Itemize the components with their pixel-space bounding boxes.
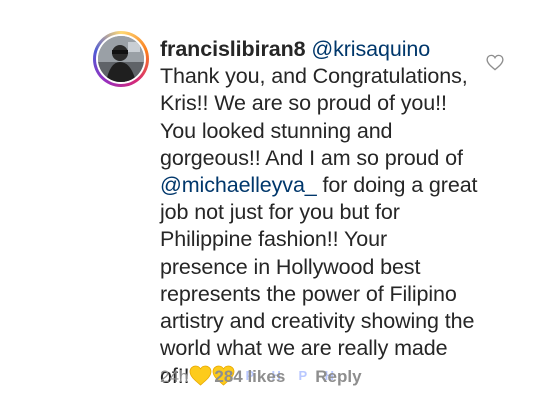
reply-button[interactable]: Reply	[315, 367, 361, 387]
mention-krisaquino[interactable]: @krisaquino	[311, 37, 430, 61]
comment: francislibiran8 @krisaquino Thank you, a…	[0, 0, 539, 411]
comment-likes-count[interactable]: 284 likes	[214, 367, 285, 387]
avatar-gap	[96, 34, 146, 84]
avatar[interactable]	[98, 36, 144, 82]
mention-michaelleyva[interactable]: @michaelleyva_	[160, 173, 317, 197]
comment-meta: 24h 284 likes Reply	[160, 367, 362, 387]
comment-body-part1: Thank you, and Congratulations, Kris!! W…	[160, 64, 474, 170]
comment-timestamp: 24h	[160, 367, 189, 386]
comment-body-part2: for doing a great job not just for you b…	[160, 173, 484, 389]
comment-username[interactable]: francislibiran8	[160, 37, 306, 61]
heart-outline-icon[interactable]	[486, 54, 504, 71]
comment-text: francislibiran8 @krisaquino Thank you, a…	[160, 36, 480, 391]
avatar-photo	[98, 36, 144, 82]
avatar-story-ring[interactable]	[93, 31, 149, 87]
